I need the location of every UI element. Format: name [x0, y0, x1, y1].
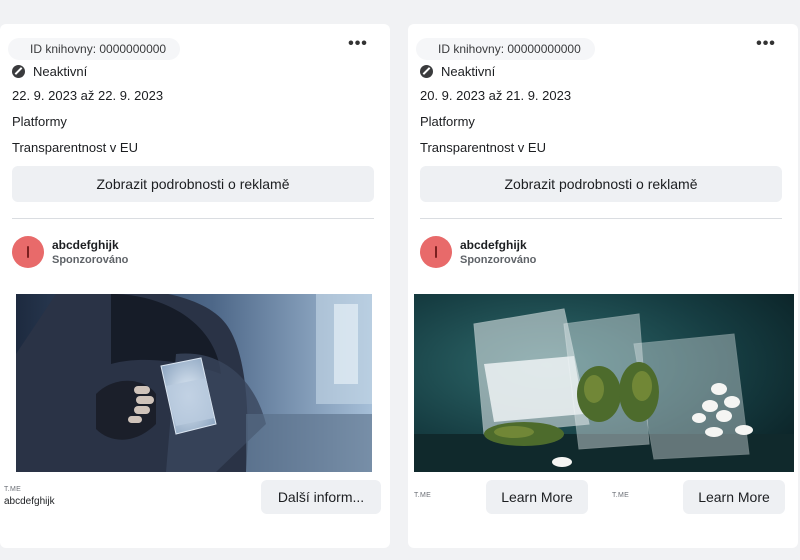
- caption-domain-card-2: T.ME: [612, 492, 630, 499]
- ad-status: Neaktivní: [420, 64, 495, 79]
- inactive-status-icon: [420, 65, 433, 78]
- see-ad-details-button[interactable]: Zobrazit podrobnosti o reklamě: [12, 166, 374, 202]
- inactive-status-icon: [12, 65, 25, 78]
- eu-transparency-link[interactable]: Transparentnost v EU: [420, 140, 570, 155]
- avatar-glyph-icon: [27, 246, 29, 258]
- ad-card-1: ID knihovny: 0000000000 ••• Neaktivní 22…: [0, 24, 390, 548]
- caption-title: abcdefghijk: [4, 496, 55, 507]
- eu-transparency-link[interactable]: Transparentnost v EU: [12, 140, 162, 155]
- learn-more-button-card-1[interactable]: Learn More: [486, 480, 588, 514]
- bags-with-pills-and-cannabis-image: [414, 294, 794, 472]
- ad-card-2: ID knihovny: 00000000000 ••• Neaktivní 2…: [408, 24, 798, 548]
- avatar[interactable]: [420, 236, 452, 268]
- caption-domain-card-1: T.ME: [414, 492, 432, 499]
- run-dates: 22. 9. 2023 až 22. 9. 2023: [12, 88, 164, 103]
- platforms-label: Platformy: [420, 114, 475, 129]
- ad-status: Neaktivní: [12, 64, 87, 79]
- more-dots-icon: •••: [348, 35, 368, 52]
- status-label: Neaktivní: [33, 64, 88, 79]
- sponsored-label: Sponzorováno: [52, 254, 129, 266]
- divider: [420, 218, 782, 219]
- status-label: Neaktivní: [441, 64, 496, 79]
- see-ad-details-button[interactable]: Zobrazit podrobnosti o reklamě: [420, 166, 782, 202]
- sponsored-label: Sponzorováno: [460, 254, 537, 266]
- page-name[interactable]: abcdefghijk: [52, 238, 119, 252]
- avatar[interactable]: [12, 236, 44, 268]
- avatar-glyph-icon: [435, 246, 437, 258]
- run-dates: 20. 9. 2023 až 21. 9. 2023: [420, 88, 572, 103]
- caption-domain: T.ME: [4, 486, 22, 493]
- ad-image[interactable]: [16, 294, 372, 472]
- library-id: ID knihovny: 0000000000: [8, 38, 181, 60]
- ad-image[interactable]: [414, 294, 794, 472]
- page-name[interactable]: abcdefghijk: [460, 238, 527, 252]
- learn-more-button-card-2[interactable]: Learn More: [683, 480, 785, 514]
- hooded-person-holding-bag-image: [16, 294, 372, 472]
- more-dots-icon: •••: [756, 35, 776, 52]
- library-id: ID knihovny: 00000000000: [416, 38, 595, 60]
- platforms-label: Platformy: [12, 114, 67, 129]
- divider: [12, 218, 374, 219]
- more-options-button[interactable]: •••: [754, 35, 778, 58]
- more-options-button[interactable]: •••: [346, 35, 370, 58]
- learn-more-button[interactable]: Další inform...: [261, 480, 381, 514]
